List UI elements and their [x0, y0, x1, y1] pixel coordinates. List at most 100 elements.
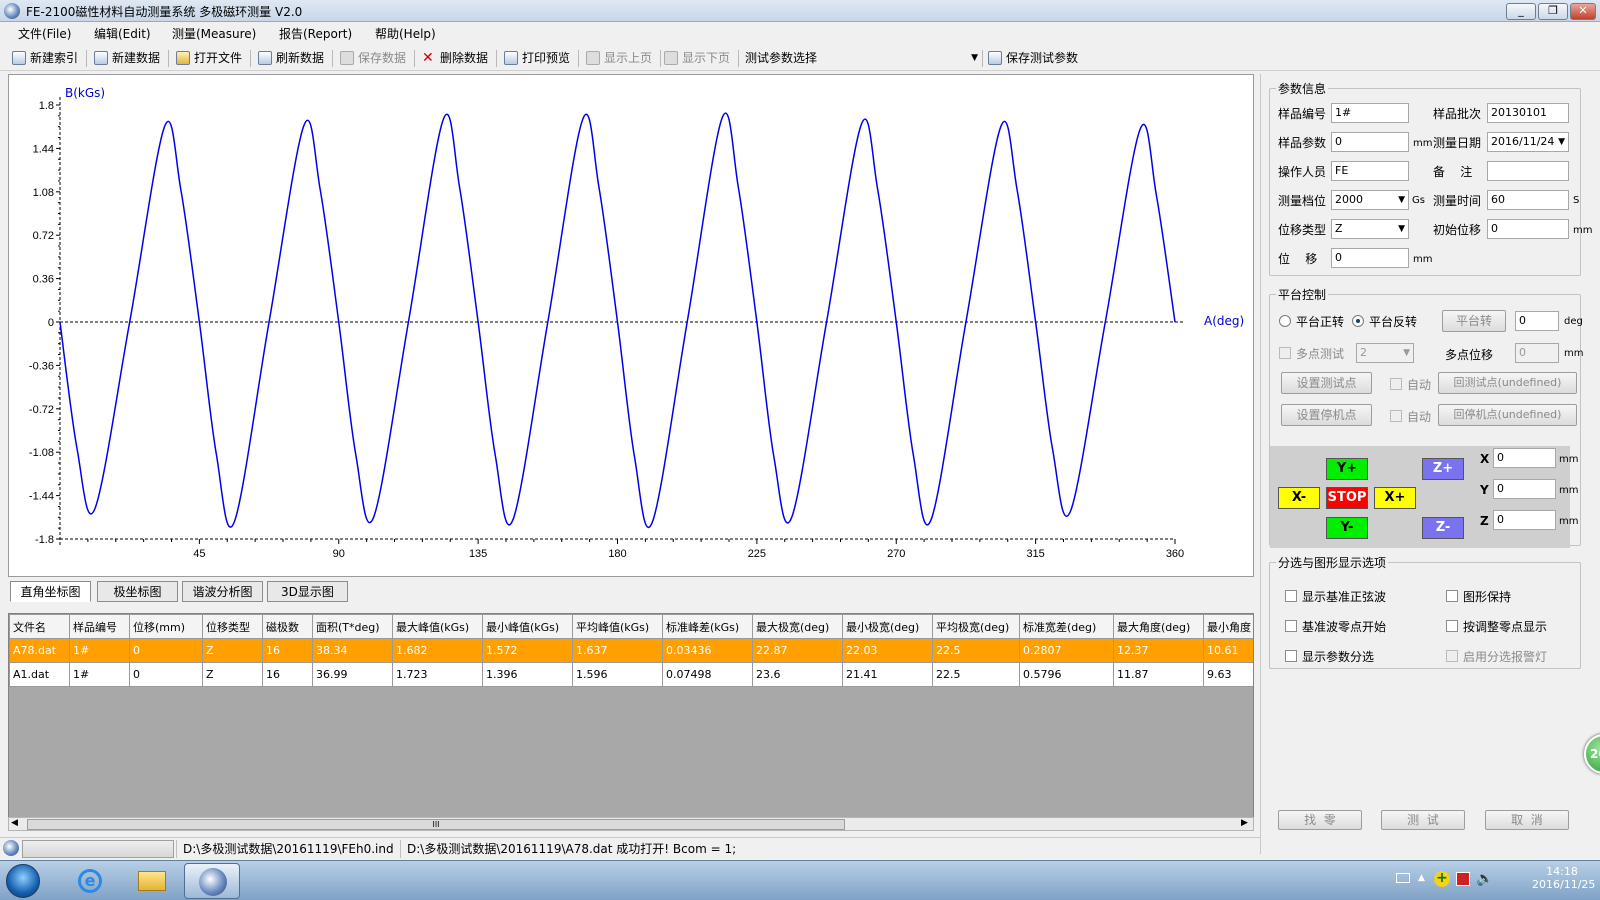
- scroll-left-icon[interactable]: ◀: [11, 818, 18, 828]
- restore-button[interactable]: ❐: [1538, 3, 1568, 20]
- table-row[interactable]: A78.dat 1# 0 Z 16 38.34 1.682 1.572 1.637 0.03436…: [9, 638, 1253, 663]
- sample-param-input[interactable]: 0: [1331, 132, 1409, 152]
- delete-data-button[interactable]: ✕ 删除数据: [420, 48, 488, 68]
- set-stop-point-button[interactable]: 设置停机点: [1281, 404, 1372, 426]
- ref-zero-start-checkbox[interactable]: [1285, 620, 1297, 632]
- column-header[interactable]: 位移(mm): [129, 614, 203, 639]
- x-minus-button[interactable]: X-: [1278, 487, 1320, 509]
- z-minus-button[interactable]: Z-: [1422, 517, 1464, 539]
- multipoint-disp-input[interactable]: 0: [1515, 343, 1559, 363]
- stop-button[interactable]: STOP: [1326, 487, 1368, 509]
- scrollbar-thumb[interactable]: III: [27, 819, 845, 830]
- multipoint-count-select[interactable]: 2 ▼: [1356, 343, 1414, 363]
- column-header[interactable]: 最小极宽(deg): [842, 614, 933, 639]
- rotate-button[interactable]: 平台转: [1442, 310, 1506, 332]
- refresh-data-button[interactable]: 刷新数据: [256, 48, 324, 68]
- set-test-point-button[interactable]: 设置测试点: [1281, 372, 1372, 394]
- prev-page-button[interactable]: 显示上页: [584, 48, 652, 68]
- horizontal-scrollbar[interactable]: ◀ III ▶: [8, 817, 1254, 831]
- column-header[interactable]: 平均峰值(kGs): [572, 614, 663, 639]
- tray-expand-icon[interactable]: ▲: [1418, 873, 1425, 900]
- column-header[interactable]: 平均极宽(deg): [932, 614, 1020, 639]
- back-test-point-button[interactable]: 回测试点(undefined): [1438, 372, 1577, 394]
- close-button[interactable]: ✕: [1570, 3, 1596, 20]
- sample-no-input[interactable]: 1#: [1331, 103, 1409, 123]
- x-coord-input[interactable]: 0: [1493, 448, 1556, 468]
- y-minus-button[interactable]: Y-: [1326, 517, 1368, 539]
- taskbar-ie[interactable]: e: [62, 863, 118, 899]
- network-icon[interactable]: [1456, 872, 1470, 886]
- tab-cartesian[interactable]: 直角坐标图: [10, 581, 91, 602]
- new-index-button[interactable]: 新建索引: [10, 48, 78, 68]
- multipoint-checkbox[interactable]: [1279, 347, 1291, 359]
- x-plus-button[interactable]: X+: [1374, 487, 1416, 509]
- column-header[interactable]: 标准峰差(kGs): [662, 614, 753, 639]
- auto-test-checkbox[interactable]: [1390, 378, 1402, 390]
- print-preview-button[interactable]: 打印预览: [502, 48, 570, 68]
- column-header[interactable]: 标准宽差(deg): [1019, 614, 1114, 639]
- x-tick-label: 180: [608, 548, 626, 560]
- operator-input[interactable]: FE: [1331, 161, 1409, 181]
- column-header[interactable]: 最大峰值(kGs): [392, 614, 483, 639]
- init-disp-input[interactable]: 0: [1487, 219, 1569, 239]
- menu-edit[interactable]: 编辑(Edit): [94, 25, 151, 42]
- keyboard-icon[interactable]: [1396, 873, 1410, 883]
- save-data-button[interactable]: 保存数据: [338, 48, 406, 68]
- date-picker[interactable]: 2016/11/24 ▼: [1487, 132, 1569, 152]
- show-param-sort-checkbox[interactable]: [1285, 650, 1297, 662]
- tab-harmonic[interactable]: 谐波分析图: [182, 581, 263, 602]
- test-param-select[interactable]: 测试参数选择 ▼: [745, 48, 980, 68]
- forward-radio[interactable]: [1279, 315, 1291, 327]
- column-header[interactable]: 面积(T*deg): [312, 614, 393, 639]
- scroll-right-icon[interactable]: ▶: [1241, 818, 1248, 828]
- menu-help[interactable]: 帮助(Help): [375, 25, 436, 42]
- time-input[interactable]: 60: [1487, 190, 1569, 210]
- open-file-button[interactable]: 打开文件: [174, 48, 242, 68]
- angle-input[interactable]: 0: [1515, 311, 1559, 331]
- next-page-button[interactable]: 显示下页: [662, 48, 730, 68]
- reverse-radio[interactable]: [1352, 315, 1364, 327]
- taskbar-app-active[interactable]: [184, 863, 240, 899]
- taskbar-explorer[interactable]: [124, 863, 180, 899]
- column-header[interactable]: 磁极数: [262, 614, 313, 639]
- table-cell: 1.572: [482, 638, 573, 663]
- column-header[interactable]: 最小角度: [1203, 614, 1253, 639]
- cancel-button[interactable]: 取 消: [1485, 810, 1569, 830]
- enable-sort-alarm-checkbox[interactable]: [1446, 650, 1458, 662]
- column-header[interactable]: 样品编号: [69, 614, 130, 639]
- adjust-zero-display-checkbox[interactable]: [1446, 620, 1458, 632]
- column-header[interactable]: 文件名: [9, 614, 70, 639]
- column-header[interactable]: 最大角度(deg): [1113, 614, 1204, 639]
- new-data-button[interactable]: 新建数据: [92, 48, 160, 68]
- column-header[interactable]: 最大极宽(deg): [752, 614, 843, 639]
- y-coord-input[interactable]: 0: [1493, 479, 1556, 499]
- tray-add-icon[interactable]: +: [1434, 871, 1450, 887]
- table-row[interactable]: A1.dat 1# 0 Z 16 36.99 1.723 1.396 1.596 0.07498 2…: [9, 662, 1253, 687]
- back-stop-point-button[interactable]: 回停机点(undefined): [1438, 404, 1577, 426]
- y-plus-button[interactable]: Y+: [1326, 458, 1368, 480]
- disp-input[interactable]: 0: [1331, 248, 1409, 268]
- start-button[interactable]: [6, 864, 40, 898]
- disp-type-select[interactable]: Z ▼: [1331, 219, 1409, 239]
- column-header[interactable]: 最小峰值(kGs): [482, 614, 573, 639]
- range-select[interactable]: 2000 ▼: [1331, 190, 1409, 210]
- volume-icon[interactable]: 🔈: [1476, 871, 1493, 887]
- test-button[interactable]: 测 试: [1381, 810, 1465, 830]
- column-header[interactable]: 位移类型: [202, 614, 263, 639]
- z-coord-input[interactable]: 0: [1493, 510, 1556, 530]
- menu-file[interactable]: 文件(File): [18, 25, 71, 42]
- batch-input[interactable]: 20130101: [1487, 103, 1569, 123]
- minimize-button[interactable]: _: [1506, 3, 1536, 20]
- hold-graph-checkbox[interactable]: [1446, 590, 1458, 602]
- z-plus-button[interactable]: Z+: [1422, 458, 1464, 480]
- menu-report[interactable]: 报告(Report): [279, 25, 352, 42]
- find-zero-button[interactable]: 找 零: [1278, 810, 1362, 830]
- tray-clock[interactable]: 14:18 2016/11/25: [1532, 865, 1595, 900]
- menu-measure[interactable]: 测量(Measure): [172, 25, 256, 42]
- show-ref-sine-checkbox[interactable]: [1285, 590, 1297, 602]
- tab-polar[interactable]: 极坐标图: [97, 581, 178, 602]
- auto-stop-checkbox[interactable]: [1390, 410, 1402, 422]
- tab-3d[interactable]: 3D显示图: [267, 581, 348, 602]
- remark-input[interactable]: [1487, 161, 1569, 181]
- save-params-button[interactable]: 保存测试参数: [986, 48, 1078, 68]
